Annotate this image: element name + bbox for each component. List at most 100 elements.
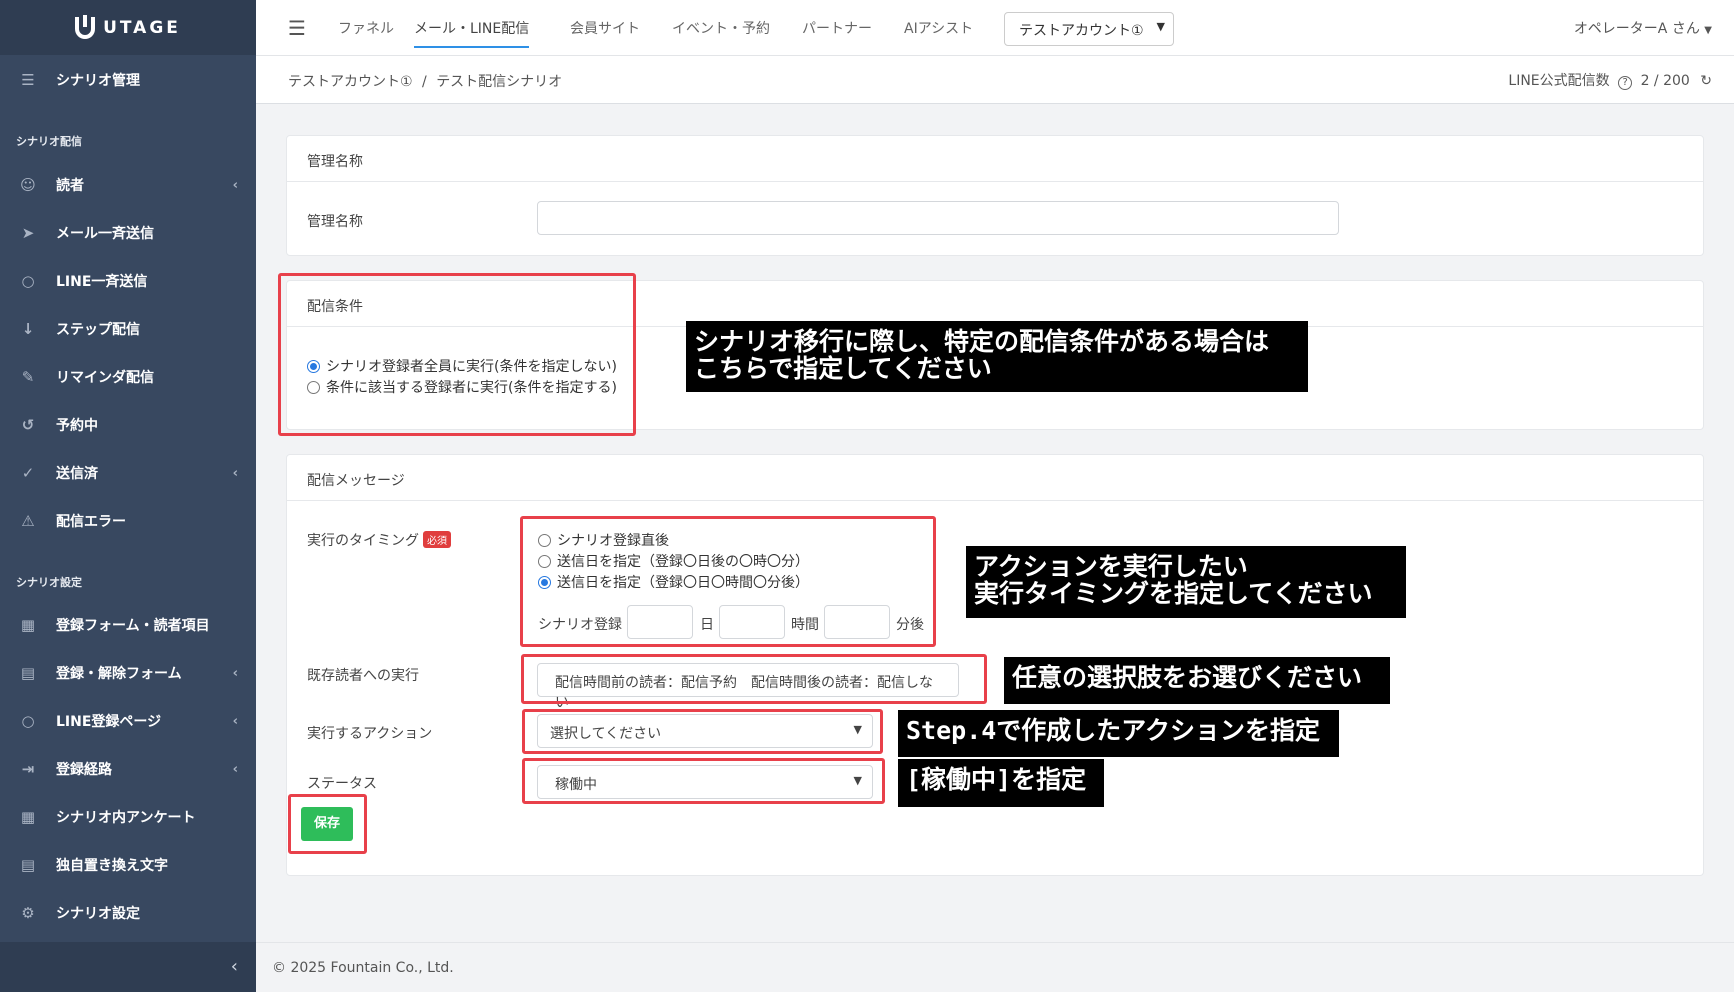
card-header: 配信メッセージ bbox=[287, 455, 1703, 501]
chevron-left-icon: ‹ bbox=[232, 665, 238, 681]
table-icon: ▦ bbox=[20, 808, 36, 826]
top-navigation: ☰ ファネル メール・LINE配信 会員サイト イベント・予約 パートナー AI… bbox=[256, 0, 1734, 56]
tab-member-site[interactable]: 会員サイト bbox=[570, 18, 640, 38]
sidebar-item-label: メール一斉送信 bbox=[56, 226, 154, 242]
sidebar-item-readers[interactable]: ☺ 読者 ‹ bbox=[0, 165, 256, 205]
app-logo[interactable]: UTAGE bbox=[0, 0, 256, 55]
table-icon: ▦ bbox=[20, 616, 36, 634]
pencil-icon: ✎ bbox=[21, 368, 35, 386]
breadcrumb-bar: テストアカウント① / テスト配信シナリオ LINE公式配信数 ? 2 / 20… bbox=[256, 56, 1734, 104]
doc-icon: ▤ bbox=[20, 856, 36, 874]
sidebar-item-scheduled[interactable]: ↺ 予約中 bbox=[0, 405, 256, 445]
sidebar-item-line-broadcast[interactable]: ○ LINE一斉送信 bbox=[0, 261, 256, 301]
tab-partner[interactable]: パートナー bbox=[802, 18, 872, 38]
annotation-status: [稼働中]を指定 bbox=[898, 759, 1104, 807]
send-icon: ➤ bbox=[21, 224, 35, 242]
sidebar-item-scenario-manage[interactable]: ☰ シナリオ管理 bbox=[0, 60, 256, 100]
highlight-condition bbox=[278, 273, 636, 436]
sidebar-item-label: 予約中 bbox=[56, 418, 98, 434]
sort-icon: ↓ bbox=[21, 320, 35, 338]
refresh-icon[interactable]: ↻ bbox=[1700, 73, 1712, 89]
chevron-left-icon: ‹ bbox=[232, 177, 238, 193]
collapse-sidebar-icon[interactable]: ‹ bbox=[231, 956, 238, 977]
caret-down-icon: ▼ bbox=[1704, 25, 1712, 36]
card-delivery-message: 配信メッセージ 実行のタイミング 必須 シナリオ登録直後 送信日を指定（登録〇日後… bbox=[286, 454, 1704, 876]
sidebar-item-label: ステップ配信 bbox=[56, 322, 140, 338]
existing-readers-label: 既存読者への実行 bbox=[307, 668, 419, 684]
sidebar-item-label: 登録・解除フォーム bbox=[56, 666, 182, 682]
sidebar-item-label: 登録経路 bbox=[56, 762, 112, 778]
sidebar-item-scenario-settings[interactable]: ⚙ シナリオ設定 bbox=[0, 893, 256, 933]
sidebar-item-route[interactable]: ⇥ 登録経路 ‹ bbox=[0, 749, 256, 789]
sidebar-item-survey[interactable]: ▦ シナリオ内アンケート bbox=[0, 797, 256, 837]
management-name-label: 管理名称 bbox=[307, 214, 363, 230]
line-count-value: 2 / 200 bbox=[1640, 73, 1690, 89]
sidebar-item-label: シナリオ管理 bbox=[56, 73, 140, 89]
breadcrumb-separator: / bbox=[422, 74, 427, 90]
line-count-label: LINE公式配信数 bbox=[1508, 73, 1610, 89]
sidebar-item-label: リマインダ配信 bbox=[56, 370, 154, 386]
sidebar-item-label: シナリオ設定 bbox=[56, 906, 140, 922]
sidebar-item-reminder[interactable]: ✎ リマインダ配信 bbox=[0, 357, 256, 397]
chat-icon: ○ bbox=[21, 712, 35, 730]
chevron-down-icon: ▼ bbox=[1156, 20, 1165, 33]
sidebar-item-mail-broadcast[interactable]: ➤ メール一斉送信 bbox=[0, 213, 256, 253]
sidebar-item-sent[interactable]: ✓ 送信済 ‹ bbox=[0, 453, 256, 493]
card-header: 管理名称 bbox=[287, 136, 1703, 182]
sidebar-item-label: 送信済 bbox=[56, 466, 98, 482]
line-count: LINE公式配信数 ? 2 / 200 ↻ bbox=[1508, 70, 1712, 90]
sidebar-item-register-form[interactable]: ▦ 登録フォーム・読者項目 bbox=[0, 605, 256, 645]
required-badge: 必須 bbox=[423, 531, 451, 548]
timing-label-text: 実行のタイミング bbox=[307, 533, 419, 549]
tab-funnel[interactable]: ファネル bbox=[338, 18, 394, 38]
sidebar-item-line-page[interactable]: ○ LINE登録ページ ‹ bbox=[0, 701, 256, 741]
sidebar-item-step[interactable]: ↓ ステップ配信 bbox=[0, 309, 256, 349]
chevron-left-icon: ‹ bbox=[232, 713, 238, 729]
tab-event[interactable]: イベント・予約 bbox=[672, 18, 770, 38]
sidebar-item-label: 配信エラー bbox=[56, 514, 126, 530]
sidebar-item-errors[interactable]: ⚠ 配信エラー bbox=[0, 501, 256, 541]
highlight-action bbox=[522, 709, 883, 754]
breadcrumb-account[interactable]: テストアカウント① bbox=[288, 74, 413, 90]
sidebar-section-title: シナリオ配信 bbox=[16, 135, 82, 148]
account-select-value: テストアカウント① bbox=[1019, 23, 1144, 39]
menu-icon[interactable]: ☰ bbox=[288, 16, 306, 40]
annotation-existing: 任意の選択肢をお選びください bbox=[1004, 657, 1390, 704]
chevron-left-icon: ‹ bbox=[232, 465, 238, 481]
chevron-left-icon: ‹ bbox=[232, 761, 238, 777]
breadcrumb-page: テスト配信シナリオ bbox=[436, 74, 563, 90]
sidebar-section-title: シナリオ設定 bbox=[16, 576, 82, 589]
action-label: 実行するアクション bbox=[307, 726, 433, 742]
management-name-input[interactable] bbox=[537, 201, 1339, 235]
list-icon: ☰ bbox=[21, 71, 35, 89]
sidebar: UTAGE ☰ シナリオ管理 シナリオ配信 ☺ 読者 ‹ ➤ メール一斉送信 ○… bbox=[0, 0, 256, 992]
sidebar-footer: ‹ bbox=[0, 942, 256, 992]
sidebar-item-label: 独自置き換え文字 bbox=[56, 858, 168, 874]
operator-menu[interactable]: オペレーターA さん ▼ bbox=[1574, 18, 1712, 38]
annotation-condition: シナリオ移行に際し、特定の配信条件がある場合は こちらで指定してください bbox=[686, 321, 1308, 392]
sidebar-item-replace-text[interactable]: ▤ 独自置き換え文字 bbox=[0, 845, 256, 885]
help-icon[interactable]: ? bbox=[1618, 76, 1633, 90]
highlight-timing bbox=[520, 516, 936, 647]
gear-icon: ⚙ bbox=[21, 904, 35, 922]
status-label: ステータス bbox=[307, 776, 377, 792]
warning-icon: ⚠ bbox=[21, 512, 35, 530]
sidebar-item-label: 読者 bbox=[56, 178, 84, 194]
tab-ai-assist[interactable]: AIアシスト bbox=[904, 18, 973, 38]
account-select[interactable]: テストアカウント① ▼ bbox=[1004, 12, 1174, 46]
history-icon: ↺ bbox=[21, 416, 35, 434]
form-icon: ▤ bbox=[20, 664, 36, 682]
footer: © 2025 Fountain Co., Ltd. bbox=[256, 942, 1734, 992]
highlight-save bbox=[288, 794, 367, 854]
utage-logo-icon bbox=[75, 14, 96, 39]
route-icon: ⇥ bbox=[21, 760, 35, 778]
tab-mail-line[interactable]: メール・LINE配信 bbox=[414, 18, 530, 48]
sidebar-item-signup-cancel-form[interactable]: ▤ 登録・解除フォーム ‹ bbox=[0, 653, 256, 693]
sidebar-item-label: LINE一斉送信 bbox=[56, 274, 148, 290]
annotation-action: Step.4で作成したアクションを指定 bbox=[898, 710, 1339, 757]
operator-name: オペレーターA さん bbox=[1573, 21, 1700, 37]
highlight-existing bbox=[521, 654, 987, 704]
sidebar-item-label: LINE登録ページ bbox=[56, 714, 162, 730]
logo-text: UTAGE bbox=[103, 17, 181, 38]
timing-label: 実行のタイミング 必須 bbox=[307, 530, 451, 550]
